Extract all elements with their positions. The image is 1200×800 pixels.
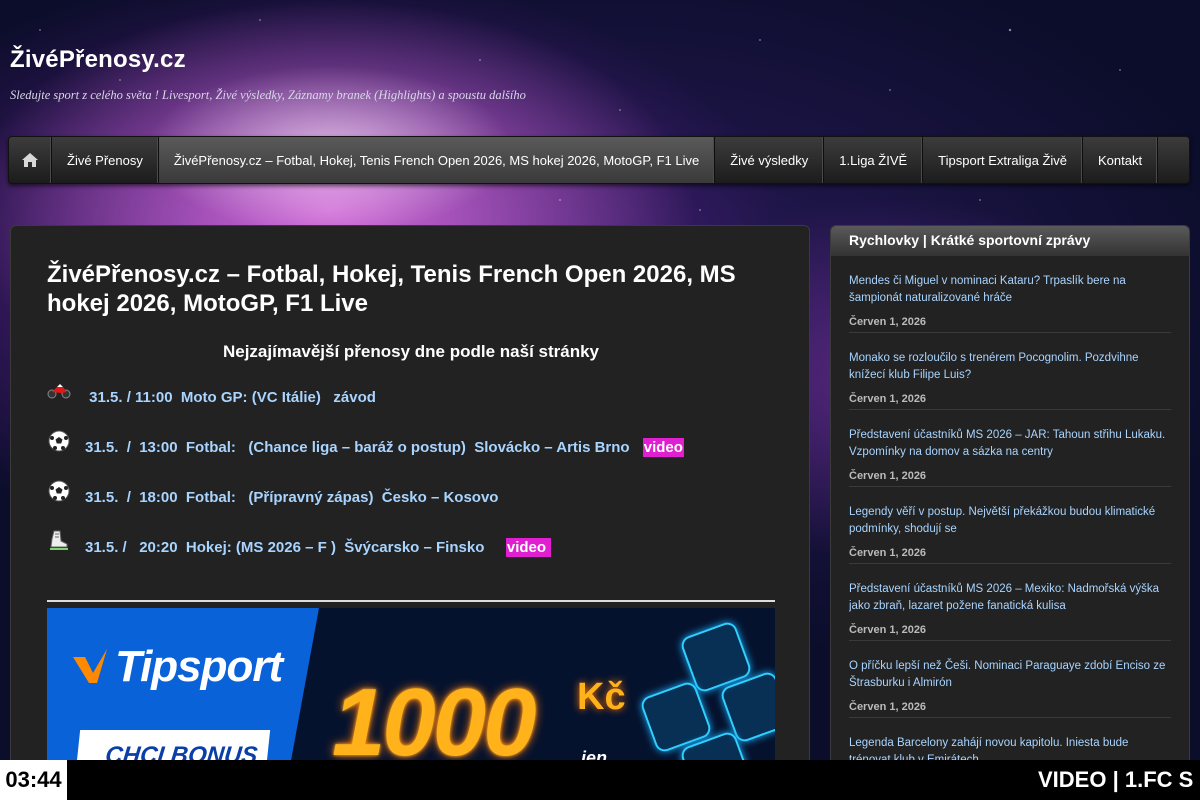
tipsport-brand: Tipsport bbox=[115, 642, 283, 691]
nav-home[interactable] bbox=[9, 137, 52, 183]
news-item: Monako se rozloučilo s trenérem Pocognol… bbox=[849, 333, 1171, 410]
event-text[interactable]: 31.5. / 13:00 Fotbal: (Chance liga – bar… bbox=[85, 439, 634, 456]
news-date: Červen 1, 2026 bbox=[849, 393, 927, 405]
nav-item-extraliga[interactable]: Tipsport Extraliga Živě bbox=[923, 137, 1084, 183]
site-header: ŽivéPřenosy.cz Sledujte sport z celého s… bbox=[10, 46, 526, 103]
hockey-skate-icon bbox=[50, 530, 68, 550]
motorbike-icon bbox=[47, 384, 71, 399]
main-nav: Živé Přenosy ŽivéPřenosy.cz – Fotbal, Ho… bbox=[8, 136, 1190, 184]
news-date: Červen 1, 2026 bbox=[849, 624, 927, 636]
ticker-clock: 03:44 bbox=[0, 760, 67, 800]
news-ticker: 03:44 VIDEO | 1.FC S bbox=[0, 760, 1200, 800]
page-subtitle: Nejzajímavější přenosy dne podle naší st… bbox=[222, 342, 600, 361]
sidebar-heading: Rychlovky | Krátké sportovní zprávy bbox=[831, 226, 1189, 256]
news-link[interactable]: Monako se rozloučilo s trenérem Pocognol… bbox=[849, 350, 1171, 384]
nav-item-homepage[interactable]: ŽivéPřenosy.cz – Fotbal, Hokej, Tenis Fr… bbox=[158, 137, 716, 183]
tipsport-logo: Tipsport bbox=[71, 642, 283, 692]
video-link[interactable]: video bbox=[505, 537, 552, 557]
event-text[interactable]: 31.5. / 20:20 Hokej: (MS 2026 – F ) Švýc… bbox=[85, 539, 497, 556]
sidebar: Rychlovky | Krátké sportovní zprávy Mend… bbox=[830, 225, 1190, 785]
news-date: Červen 1, 2026 bbox=[849, 316, 927, 328]
home-icon bbox=[22, 153, 38, 167]
bonus-currency: Kč bbox=[577, 676, 626, 718]
page-title: ŽivéPřenosy.cz – Fotbal, Hokej, Tenis Fr… bbox=[47, 261, 736, 317]
event-row: 31.5. / 11:00 Moto GP: (VC Itálie) závod bbox=[47, 382, 376, 412]
news-link[interactable]: Představení účastníků MS 2026 – JAR: Tah… bbox=[849, 427, 1171, 461]
news-item: Představení účastníků MS 2026 – JAR: Tah… bbox=[849, 410, 1171, 487]
nav-item-zive-prenosy[interactable]: Živé Přenosy bbox=[52, 137, 159, 183]
news-date: Červen 1, 2026 bbox=[849, 701, 927, 713]
nav-item-zive-vysledky[interactable]: Živé výsledky bbox=[715, 137, 825, 183]
site-title[interactable]: ŽivéPřenosy.cz bbox=[10, 46, 526, 74]
news-item: Představení účastníků MS 2026 – Mexiko: … bbox=[849, 564, 1171, 641]
news-item: O příčku lepší než Češi. Nominaci Paragu… bbox=[849, 641, 1171, 718]
news-item: Mendes či Miguel v nominaci Kataru? Trpa… bbox=[849, 256, 1171, 333]
event-text[interactable]: 31.5. / 11:00 Moto GP: (VC Itálie) závod bbox=[85, 389, 376, 406]
news-date: Červen 1, 2026 bbox=[849, 470, 927, 482]
nav-item-kontakt[interactable]: Kontakt bbox=[1083, 137, 1159, 183]
news-list: Mendes či Miguel v nominaci Kataru? Trpa… bbox=[831, 256, 1189, 784]
news-link[interactable]: O příčku lepší než Češi. Nominaci Paragu… bbox=[849, 658, 1171, 692]
event-text[interactable]: 31.5. / 18:00 Fotbal: (Přípravný zápas) … bbox=[85, 489, 498, 506]
news-link[interactable]: Mendes či Miguel v nominaci Kataru? Trpa… bbox=[849, 273, 1171, 307]
event-row: 31.5. / 18:00 Fotbal: (Přípravný zápas) … bbox=[47, 480, 498, 512]
soccer-ball-icon bbox=[48, 430, 70, 452]
event-row: 31.5. / 13:00 Fotbal: (Chance liga – bar… bbox=[47, 430, 684, 462]
video-link[interactable]: video bbox=[642, 437, 684, 457]
site-tagline: Sledujte sport z celého světa ! Livespor… bbox=[10, 88, 526, 102]
divider bbox=[47, 600, 775, 602]
tipsport-banner[interactable]: Tipsport CHCI BONUS 1000 Kč jen bbox=[47, 608, 775, 784]
nav-item-1-liga[interactable]: 1.Liga ŽIVĚ bbox=[824, 137, 924, 183]
news-link[interactable]: Představení účastníků MS 2026 – Mexiko: … bbox=[849, 581, 1171, 615]
ticker-text[interactable]: VIDEO | 1.FC S bbox=[1038, 767, 1193, 793]
event-row: 31.5. / 20:20 Hokej: (MS 2026 – F ) Švýc… bbox=[47, 530, 552, 562]
tipsport-check-icon bbox=[73, 649, 107, 683]
soccer-ball-icon bbox=[48, 480, 70, 502]
news-link[interactable]: Legendy věří v postup. Největší překážko… bbox=[849, 504, 1171, 538]
news-date: Červen 1, 2026 bbox=[849, 547, 927, 559]
news-item: Legendy věří v postup. Největší překážko… bbox=[849, 487, 1171, 564]
main-content: ŽivéPřenosy.cz – Fotbal, Hokej, Tenis Fr… bbox=[10, 225, 810, 785]
